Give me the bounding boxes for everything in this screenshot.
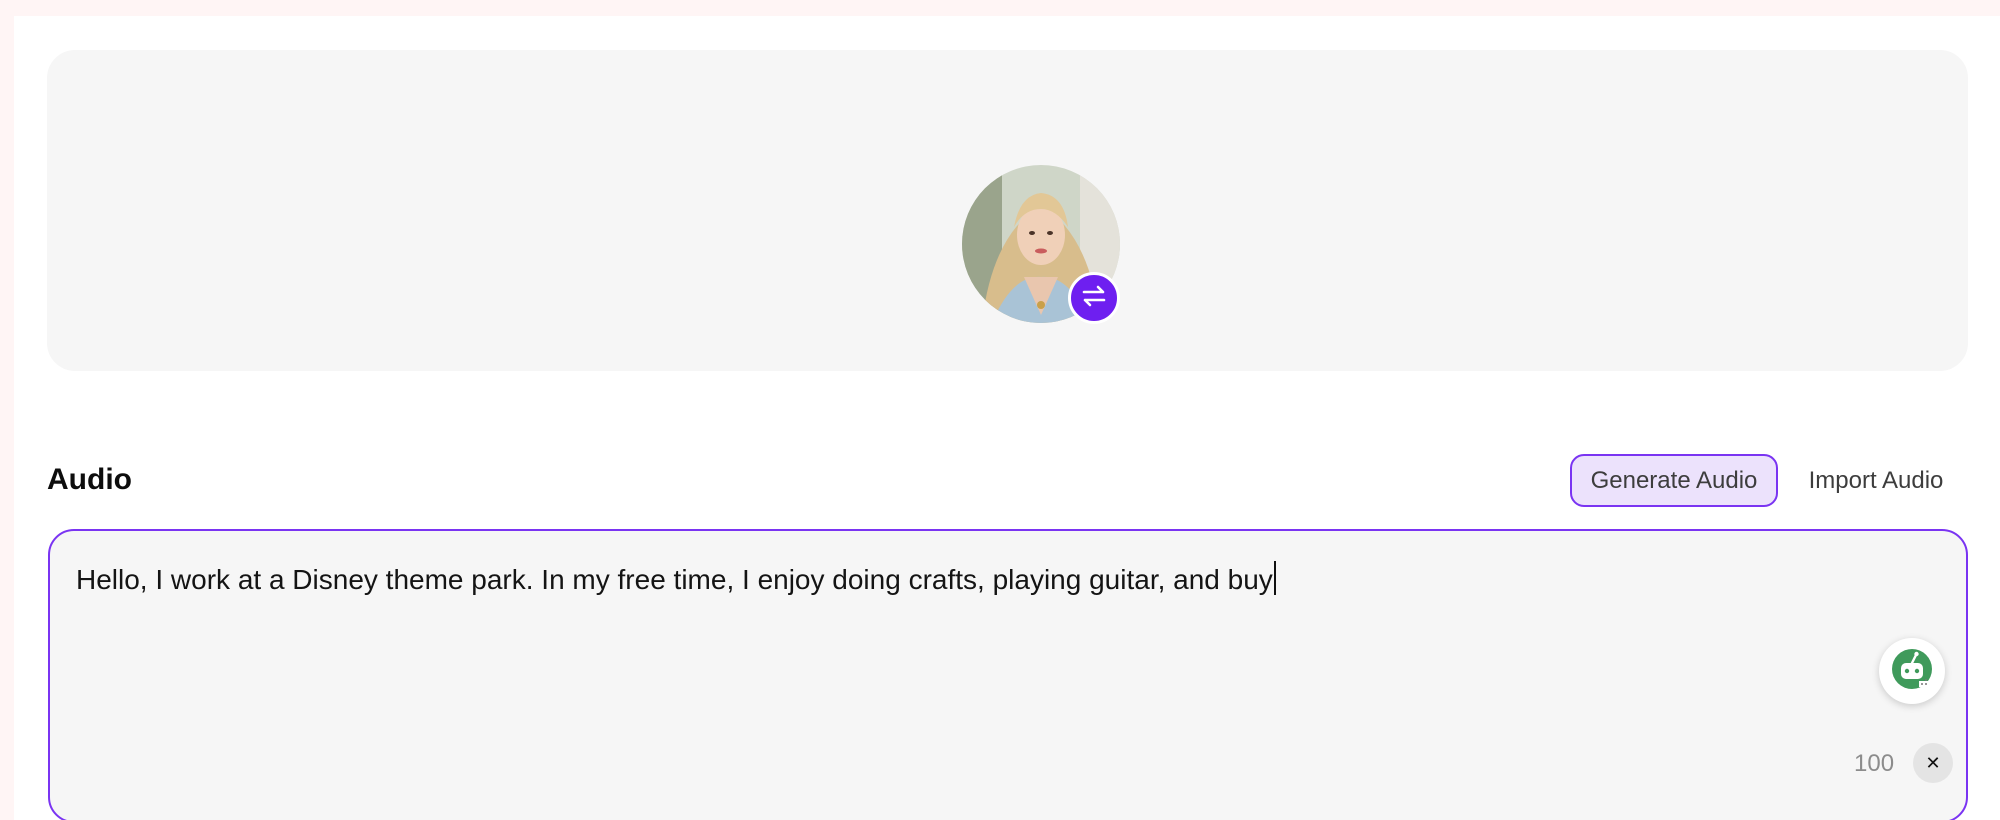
character-count: 100 (1854, 750, 1895, 777)
clear-text-button[interactable]: ✕ (1913, 743, 1953, 783)
main-panel: Audio Generate Audio Import Audio Hello,… (14, 16, 2000, 820)
assistant-button[interactable] (1879, 638, 1945, 704)
generate-audio-button[interactable]: Generate Audio (1570, 454, 1778, 507)
close-icon: ✕ (1925, 752, 1941, 773)
audio-text-input[interactable]: Hello, I work at a Disney theme park. In… (48, 529, 1968, 820)
text-caret (1273, 561, 1276, 595)
swap-arrows-icon (1081, 285, 1107, 312)
audio-section-title: Audio (47, 463, 132, 496)
import-audio-button[interactable]: Import Audio (1793, 454, 1959, 507)
avatar-card (47, 50, 1968, 371)
robot-assistant-icon (1890, 647, 1934, 696)
audio-text-value[interactable]: Hello, I work at a Disney theme park. In… (76, 561, 1276, 596)
swap-avatar-button[interactable] (1068, 272, 1120, 324)
